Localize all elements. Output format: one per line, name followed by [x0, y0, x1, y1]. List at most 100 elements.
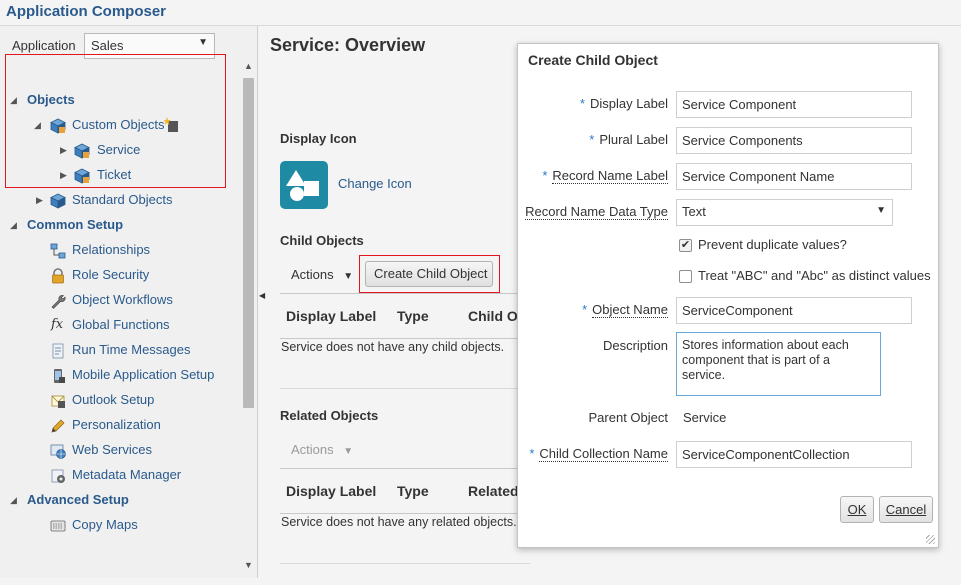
label-text: Record Name Label: [552, 168, 668, 184]
child-objects-table-header: Display Label Type Child Ob: [280, 293, 530, 339]
required-marker: *: [529, 446, 535, 461]
nav-label: Run Time Messages: [72, 342, 191, 357]
label-text: Plural Label: [599, 132, 668, 147]
collapse-triangle-icon: ◢: [10, 220, 17, 230]
cancel-button[interactable]: Cancel: [879, 496, 933, 523]
case-sensitive-checkbox[interactable]: [679, 270, 692, 283]
copy-maps-icon: [50, 520, 66, 532]
nav-global-functions[interactable]: fx Global Functions: [50, 314, 230, 336]
nav-run-time-messages[interactable]: Run Time Messages: [50, 339, 230, 361]
tree-label: Standard Objects: [72, 192, 173, 207]
plural-label-field[interactable]: [676, 127, 912, 154]
navigator-scrollbar[interactable]: ▲ ▼: [241, 56, 256, 578]
record-name-label-field[interactable]: [676, 163, 912, 190]
nav-label: Relationships: [72, 242, 151, 257]
nav-relationships[interactable]: Relationships: [50, 239, 230, 261]
label-text: Object Name: [592, 302, 668, 318]
display-icon-label: Display Icon: [280, 131, 357, 146]
nav-copy-maps[interactable]: Copy Maps: [50, 514, 230, 536]
ok-button[interactable]: OK: [840, 496, 874, 523]
col-type[interactable]: Type: [397, 483, 429, 499]
related-objects-table-header: Display Label Type Related: [280, 468, 530, 514]
col-related[interactable]: Related: [468, 483, 519, 499]
record-name-label-label: * Record Name Label: [542, 168, 668, 184]
prevent-duplicates-checkbox[interactable]: ✔: [679, 239, 692, 252]
nav-label: Object Workflows: [72, 292, 173, 307]
child-collection-name-field[interactable]: [676, 441, 912, 468]
relationships-icon: [50, 243, 66, 259]
cube-icon: [50, 193, 66, 209]
nav-label: Personalization: [72, 417, 161, 432]
record-name-data-type-select[interactable]: Text ▼: [676, 199, 893, 226]
nav-label: Outlook Setup: [72, 392, 155, 407]
required-marker: *: [542, 168, 548, 183]
child-actions-menu[interactable]: Actions ▼: [291, 267, 353, 282]
nav-label: Copy Maps: [72, 517, 138, 532]
nav-object-workflows[interactable]: Object Workflows: [50, 289, 230, 311]
dropdown-arrow-icon: ▼: [343, 271, 354, 282]
tree-label: Common Setup: [27, 217, 124, 232]
tree-node-common-setup[interactable]: ◢ Common Setup: [10, 214, 210, 236]
scroll-up-arrow-icon[interactable]: ▲: [241, 61, 256, 75]
tree-node-advanced-setup[interactable]: ◢ Advanced Setup: [10, 489, 210, 511]
required-marker: *: [579, 96, 585, 111]
required-marker: *: [589, 132, 595, 147]
highlight-box-navigator: [5, 54, 226, 188]
section-divider: [280, 388, 530, 389]
child-collection-name-label: * Child Collection Name: [529, 446, 668, 462]
display-label-field[interactable]: [676, 91, 912, 118]
dropdown-arrow-icon: ▼: [198, 37, 208, 48]
expand-triangle-icon: ▶: [36, 195, 43, 205]
nav-label: Web Services: [72, 442, 152, 457]
actions-label: Actions: [291, 442, 334, 457]
mobile-device-icon: [54, 369, 65, 383]
section-divider: [280, 563, 530, 564]
related-objects-label: Related Objects: [280, 408, 379, 423]
select-value: Text: [682, 204, 706, 219]
object-name-field[interactable]: [676, 297, 912, 324]
related-actions-menu: Actions ▼: [291, 442, 353, 457]
nav-mobile-application-setup[interactable]: Mobile Application Setup: [50, 364, 230, 386]
nav-metadata-manager[interactable]: Metadata Manager: [50, 464, 230, 486]
application-label: Application: [12, 38, 76, 53]
button-label: OK: [847, 502, 867, 517]
nav-role-security[interactable]: Role Security: [50, 264, 230, 286]
scroll-down-arrow-icon[interactable]: ▼: [241, 560, 256, 574]
nav-personalization[interactable]: Personalization: [50, 414, 230, 436]
tree-label: Advanced Setup: [27, 492, 129, 507]
application-value: Sales: [91, 38, 124, 53]
function-icon: fx: [51, 317, 64, 332]
col-display-label[interactable]: Display Label: [286, 308, 376, 324]
object-name-label: * Object Name: [582, 302, 668, 318]
required-marker: *: [582, 302, 588, 317]
collapse-panel-icon[interactable]: ◀: [259, 291, 265, 300]
tree-node-standard-objects[interactable]: ▶ Standard Objects: [36, 189, 216, 211]
resize-grip-icon[interactable]: [926, 535, 935, 544]
app-header: Application Composer: [0, 0, 961, 26]
panel-splitter[interactable]: ◀: [258, 26, 268, 578]
col-type[interactable]: Type: [397, 308, 429, 324]
col-display-label[interactable]: Display Label: [286, 483, 376, 499]
child-objects-label: Child Objects: [280, 233, 364, 248]
scroll-thumb[interactable]: [243, 78, 254, 408]
nav-outlook-setup[interactable]: Outlook Setup: [50, 389, 230, 411]
highlight-box-create-button: [359, 255, 500, 293]
wrench-icon: [51, 294, 66, 309]
record-name-data-type-label: Record Name Data Type: [525, 204, 668, 220]
description-text: Stores information about each component …: [682, 338, 849, 382]
nav-web-services[interactable]: Web Services: [50, 439, 230, 461]
prevent-duplicates-label: Prevent duplicate values?: [698, 237, 847, 252]
description-textarea[interactable]: Stores information about each component …: [676, 332, 881, 396]
button-label: Cancel: [885, 502, 927, 517]
dropdown-arrow-icon: ▼: [876, 205, 886, 216]
display-label-label: * Display Label: [580, 96, 668, 111]
change-icon-link[interactable]: Change Icon: [338, 176, 412, 191]
case-sensitive-label: Treat "ABC" and "Abc" as distinct values: [698, 268, 931, 283]
label-text: Parent Object: [588, 410, 669, 425]
actions-label: Actions: [291, 267, 334, 282]
label-text: Display Label: [589, 96, 668, 111]
create-child-object-dialog: Create Child Object * Display Label * Plur…: [517, 43, 939, 548]
lock-icon: [52, 268, 64, 284]
pencil-icon: [51, 419, 65, 433]
description-label: Description: [603, 338, 668, 353]
